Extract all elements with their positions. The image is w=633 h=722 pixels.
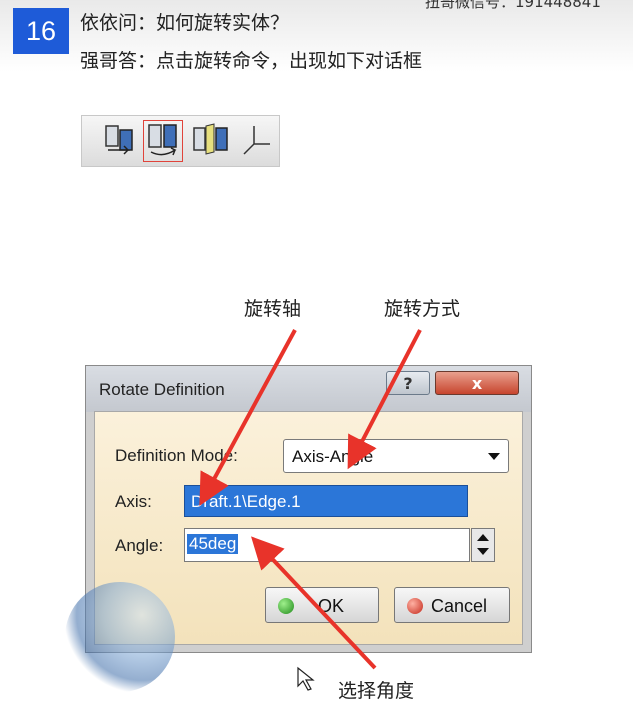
mouse-cursor-icon [297, 666, 315, 691]
mode-arrow [347, 329, 422, 470]
annotation-arrows [199, 329, 422, 691]
angle-arrow [251, 536, 377, 670]
axis-arrow [199, 329, 297, 507]
